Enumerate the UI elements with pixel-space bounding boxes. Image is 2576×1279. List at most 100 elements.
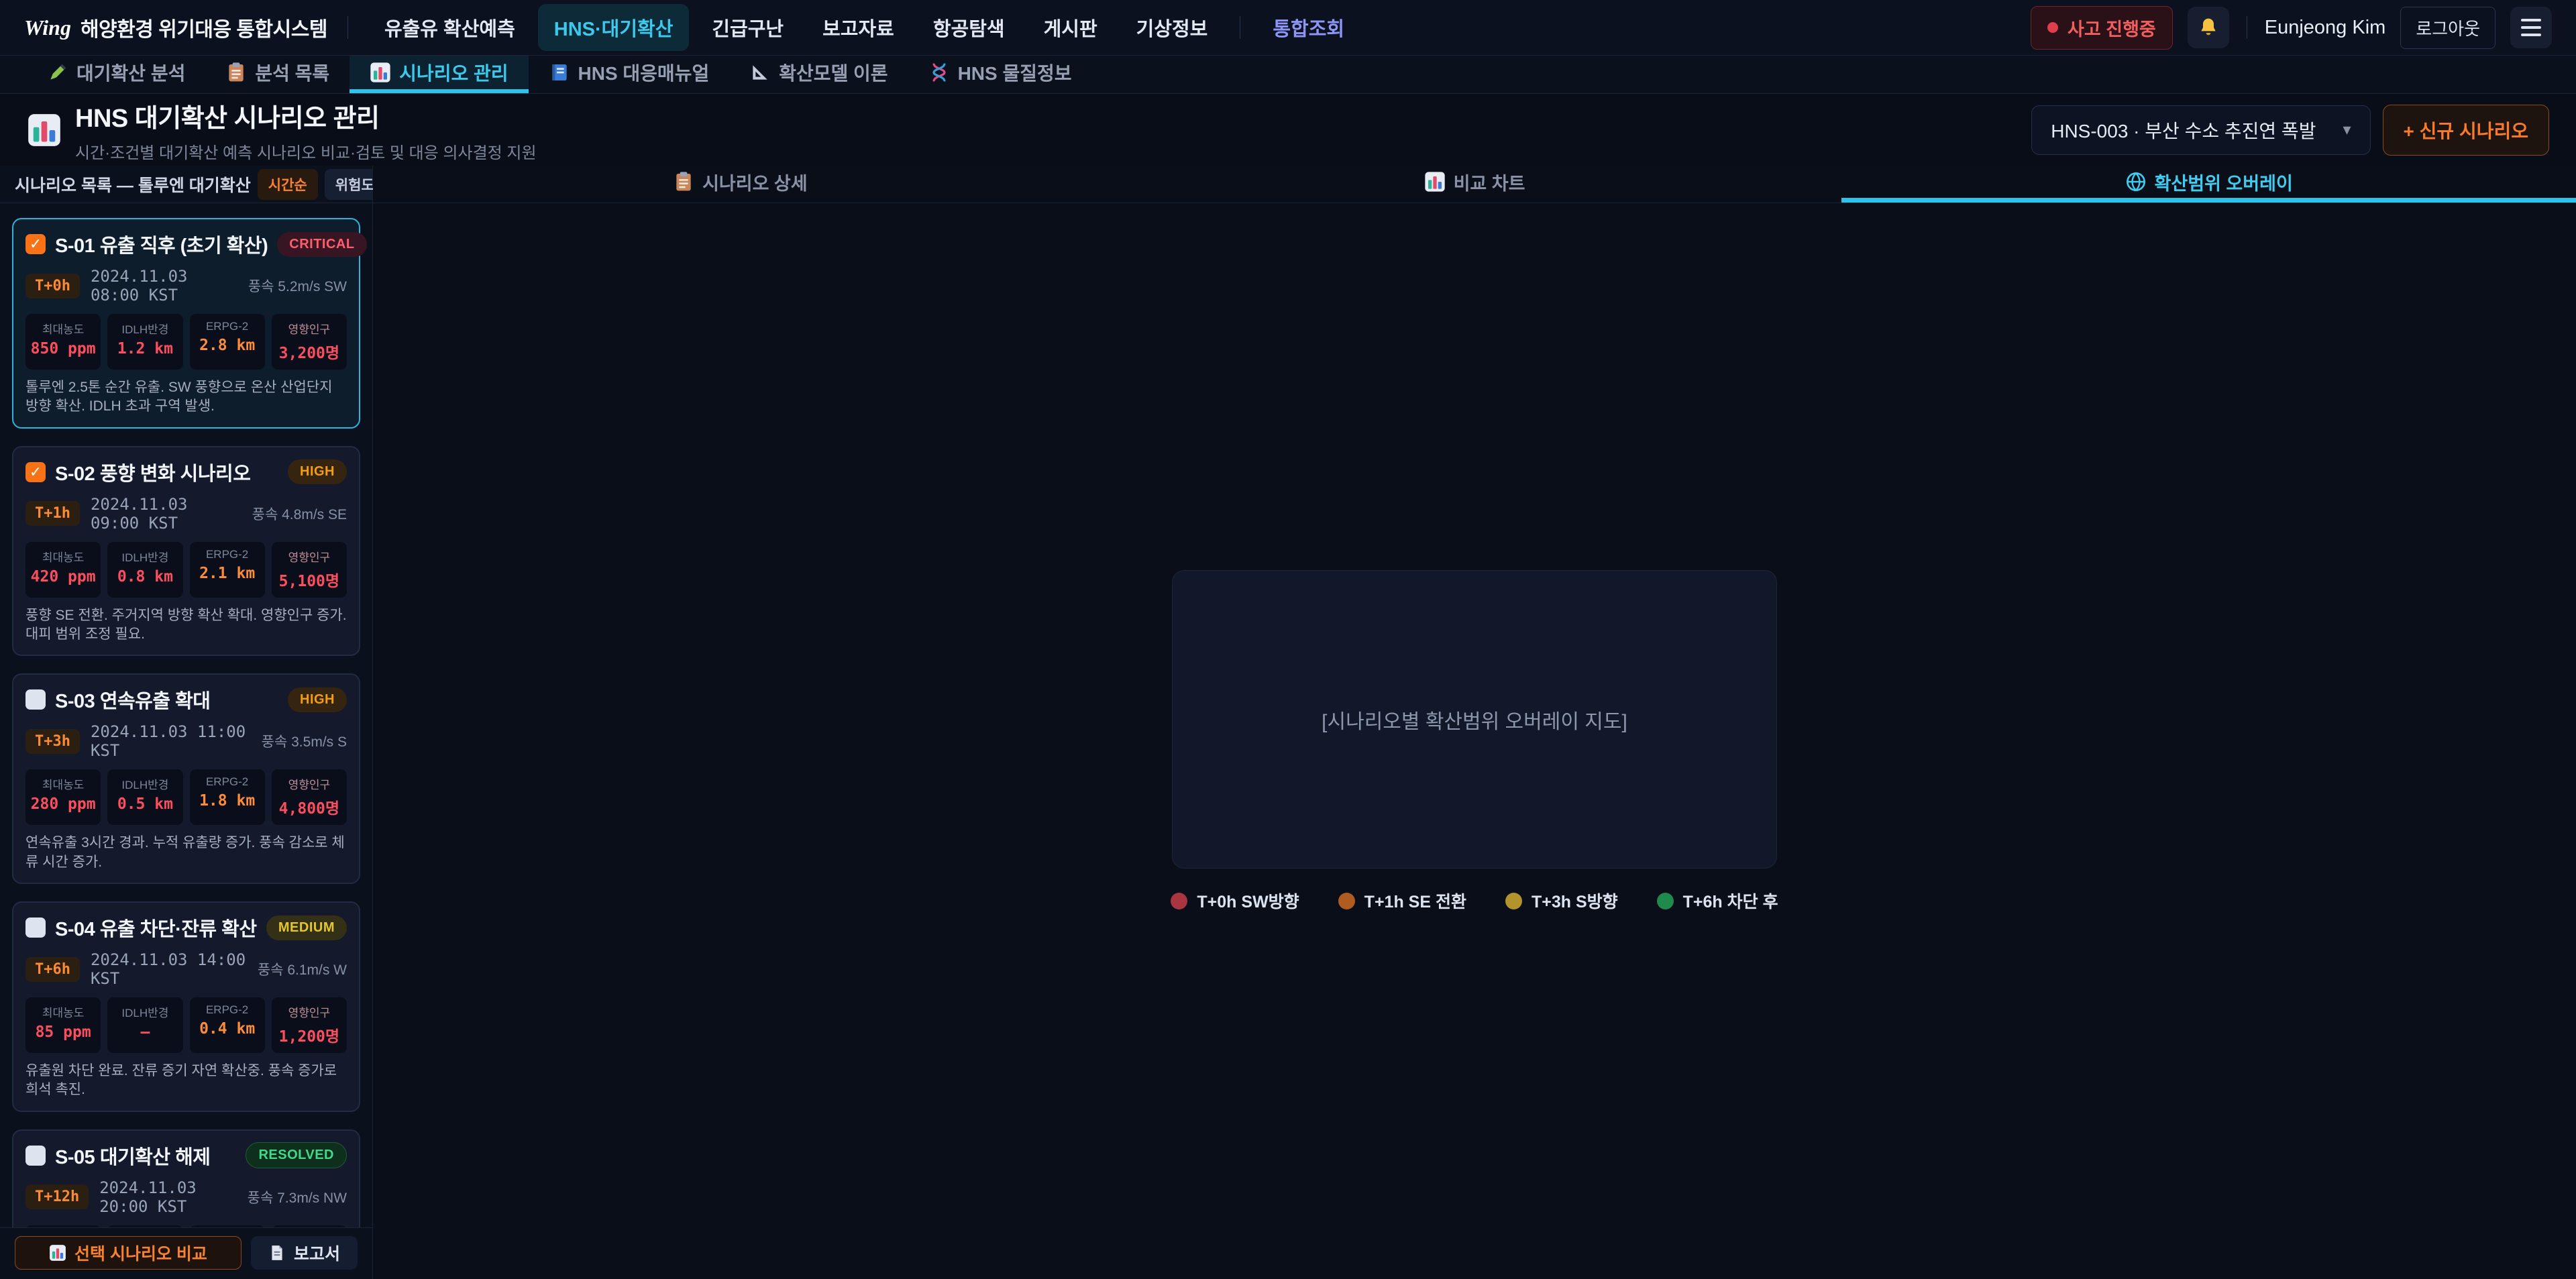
metric-label: 영향인구 bbox=[274, 320, 344, 337]
scenario-description: 톨루엔 2.5톤 순간 유출. SW 풍향으로 온산 산업단지 방향 확산. I… bbox=[25, 378, 347, 416]
scenario-checkbox[interactable]: ✓ bbox=[25, 462, 46, 482]
nav-item-integrated-search[interactable]: 통합조회 bbox=[1256, 4, 1360, 51]
legend-label: T+0h SW방향 bbox=[1197, 889, 1299, 913]
tab-label: 대기확산 분석 bbox=[76, 59, 185, 86]
scenario-checkbox[interactable] bbox=[25, 1146, 46, 1166]
scenario-card-list: ✓ S-01 유출 직후 (초기 확산) CRITICAL T+0h 2024.… bbox=[0, 203, 372, 1227]
logo-mark: Wing bbox=[24, 15, 71, 40]
metric-value: 1.8 km bbox=[193, 792, 262, 810]
status-dot-icon bbox=[2047, 22, 2058, 33]
metric-label: IDLH반경 bbox=[110, 320, 180, 337]
nav-item-hns-dispersion[interactable]: HNS·대기확산 bbox=[538, 4, 690, 51]
metric-value: — bbox=[110, 1023, 180, 1041]
severity-badge: HIGH bbox=[288, 459, 347, 484]
metric-value: 2.1 km bbox=[193, 565, 262, 582]
tab-dispersion-overlay[interactable]: 확산범위 오버레이 bbox=[1841, 166, 2576, 203]
ruler-icon bbox=[749, 62, 771, 83]
metric-erpg2: ERPG-2 0.4 km bbox=[190, 997, 265, 1053]
tab-comparison-chart[interactable]: 비교 차트 bbox=[1108, 166, 1842, 203]
legend-item-t6h: T+6h 차단 후 bbox=[1657, 889, 1778, 913]
scenario-checkbox[interactable] bbox=[25, 917, 46, 938]
compare-scenarios-button[interactable]: 선택 시나리오 비교 bbox=[15, 1236, 241, 1270]
metric-label: ERPG-2 bbox=[193, 1003, 262, 1017]
menu-button[interactable] bbox=[2510, 7, 2552, 48]
timestamp: 2024.11.03 11:00 KST bbox=[91, 722, 251, 760]
pen-icon bbox=[47, 62, 68, 83]
nav-item-weather[interactable]: 기상정보 bbox=[1120, 4, 1224, 51]
sort-by-time-button[interactable]: 시간순 bbox=[258, 169, 318, 200]
incident-select[interactable]: HNS-003 · 부산 수소 추진연 폭발 ▾ bbox=[2031, 105, 2370, 155]
severity-badge: MEDIUM bbox=[266, 915, 347, 940]
legend-label: T+6h 차단 후 bbox=[1683, 889, 1778, 913]
map-placeholder-text: [시나리오별 확산범위 오버레이 지도] bbox=[1322, 705, 1627, 734]
tab-model-theory[interactable]: 확산모델 이론 bbox=[729, 56, 908, 93]
wind-info: 풍속 3.5m/s S bbox=[262, 731, 347, 751]
divider bbox=[347, 16, 348, 39]
overlay-map-panel[interactable]: [시나리오별 확산범위 오버레이 지도] bbox=[1172, 570, 1777, 869]
app-logo: Wing 해양환경 위기대응 통합시스템 bbox=[24, 13, 327, 42]
legend-dot-icon bbox=[1657, 893, 1674, 909]
overlay-legend: T+0h SW방향 T+1h SE 전환 T+3h S방향 T+6h 차단 후 bbox=[1171, 889, 1778, 913]
metric-value: 3,200명 bbox=[274, 340, 344, 363]
legend-item-t1h: T+1h SE 전환 bbox=[1338, 889, 1466, 913]
scenario-card-s03[interactable]: S-03 연속유출 확대 HIGH T+3h 2024.11.03 11:00 … bbox=[12, 673, 360, 884]
logout-button[interactable]: 로그아웃 bbox=[2400, 7, 2496, 49]
notifications-button[interactable] bbox=[2188, 7, 2229, 48]
tab-hns-substance-info[interactable]: HNS 물질정보 bbox=[908, 56, 1092, 93]
scenario-card-s05[interactable]: S-05 대기확산 해제 RESOLVED T+12h 2024.11.03 2… bbox=[12, 1129, 360, 1227]
timestamp: 2024.11.03 14:00 KST bbox=[91, 950, 247, 988]
wind-info: 풍속 7.3m/s NW bbox=[248, 1187, 347, 1207]
metric-affected-population: 영향인구 3,200명 bbox=[272, 314, 347, 370]
nav-item-board[interactable]: 게시판 bbox=[1028, 4, 1114, 51]
metric-value: 1.2 km bbox=[110, 340, 180, 357]
metric-label: 최대농도 bbox=[28, 548, 98, 565]
tab-analysis-list[interactable]: 분석 목록 bbox=[205, 56, 350, 93]
chart-icon bbox=[49, 1244, 66, 1262]
scenario-checkbox[interactable] bbox=[25, 689, 46, 710]
tab-scenario-detail[interactable]: 시나리오 상세 bbox=[373, 166, 1108, 203]
metric-value: 0.4 km bbox=[193, 1020, 262, 1038]
metric-value: 850 ppm bbox=[28, 340, 98, 357]
page-header-actions: HNS-003 · 부산 수소 추진연 폭발 ▾ + 신규 시나리오 bbox=[2031, 105, 2549, 156]
new-scenario-button[interactable]: + 신규 시나리오 bbox=[2383, 105, 2549, 156]
top-bar: Wing 해양환경 위기대응 통합시스템 유출유 확산예측 HNS·대기확산 긴… bbox=[0, 0, 2576, 56]
time-offset-badge: T+1h bbox=[25, 501, 80, 526]
legend-dot-icon bbox=[1171, 893, 1187, 909]
page-header: HNS 대기확산 시나리오 관리 시간·조건별 대기확산 예측 시나리오 비교·… bbox=[0, 94, 2576, 166]
page-subtitle: 시간·조건별 대기확산 예측 시나리오 비교·검토 및 대응 의사결정 지원 bbox=[75, 140, 537, 163]
scenario-card-s04[interactable]: S-04 유출 차단·잔류 확산 MEDIUM T+6h 2024.11.03 … bbox=[12, 901, 360, 1112]
report-button[interactable]: 보고서 bbox=[251, 1236, 358, 1270]
book-icon bbox=[549, 62, 570, 83]
scenario-card-s02[interactable]: ✓ S-02 풍향 변화 시나리오 HIGH T+1h 2024.11.03 0… bbox=[12, 446, 360, 657]
tab-hns-manual[interactable]: HNS 대응매뉴얼 bbox=[529, 56, 730, 93]
metric-value: 5,100명 bbox=[274, 568, 344, 591]
nav-item-reports[interactable]: 보고자료 bbox=[806, 4, 910, 51]
scenario-title: S-04 유출 차단·잔류 확산 bbox=[55, 913, 257, 942]
scenario-card-s01[interactable]: ✓ S-01 유출 직후 (초기 확산) CRITICAL T+0h 2024.… bbox=[12, 218, 360, 429]
nav-item-aerial-search[interactable]: 항공탐색 bbox=[917, 4, 1021, 51]
legend-label: T+1h SE 전환 bbox=[1364, 889, 1466, 913]
time-offset-badge: T+0h bbox=[25, 274, 80, 298]
tab-label: HNS 대응매뉴얼 bbox=[578, 59, 710, 86]
metric-idlh-radius: IDLH반경 0.8 km bbox=[107, 542, 182, 598]
topbar-right: 사고 진행중 Eunjeong Kim 로그아웃 bbox=[2031, 6, 2552, 50]
nav-item-rescue[interactable]: 긴급구난 bbox=[696, 4, 800, 51]
metrics-row: 최대농도 850 ppm IDLH반경 1.2 km ERPG-2 2.8 km… bbox=[25, 314, 347, 370]
compare-button-label: 선택 시나리오 비교 bbox=[74, 1241, 207, 1265]
metric-label: 최대농도 bbox=[28, 320, 98, 337]
chart-icon bbox=[27, 113, 62, 148]
view-tabs: 시나리오 상세 비교 차트 확산범위 오버레이 bbox=[373, 166, 2576, 203]
tab-label: 시나리오 관리 bbox=[399, 59, 508, 86]
metric-value: 280 ppm bbox=[28, 795, 98, 813]
nav-item-oil-spill[interactable]: 유출유 확산예측 bbox=[368, 4, 531, 51]
chart-icon bbox=[370, 62, 391, 83]
content: 시나리오 목록 — 톨루엔 대기확산 시간순 위험도순 ✓ S-01 유출 직후… bbox=[0, 166, 2576, 1279]
scenario-checkbox[interactable]: ✓ bbox=[25, 234, 46, 254]
metric-affected-population: 영향인구 4,800명 bbox=[272, 769, 347, 825]
metrics-row: 최대농도 85 ppm IDLH반경 — ERPG-2 0.4 km 영향인구 … bbox=[25, 997, 347, 1053]
tab-scenario-management[interactable]: 시나리오 관리 bbox=[350, 56, 528, 93]
scenario-title: S-05 대기확산 해제 bbox=[55, 1142, 236, 1170]
metric-erpg2: ERPG-2 1.8 km bbox=[190, 769, 265, 825]
metric-idlh-radius: IDLH반경 — bbox=[107, 997, 182, 1053]
tab-dispersion-analysis[interactable]: 대기확산 분석 bbox=[27, 56, 205, 93]
